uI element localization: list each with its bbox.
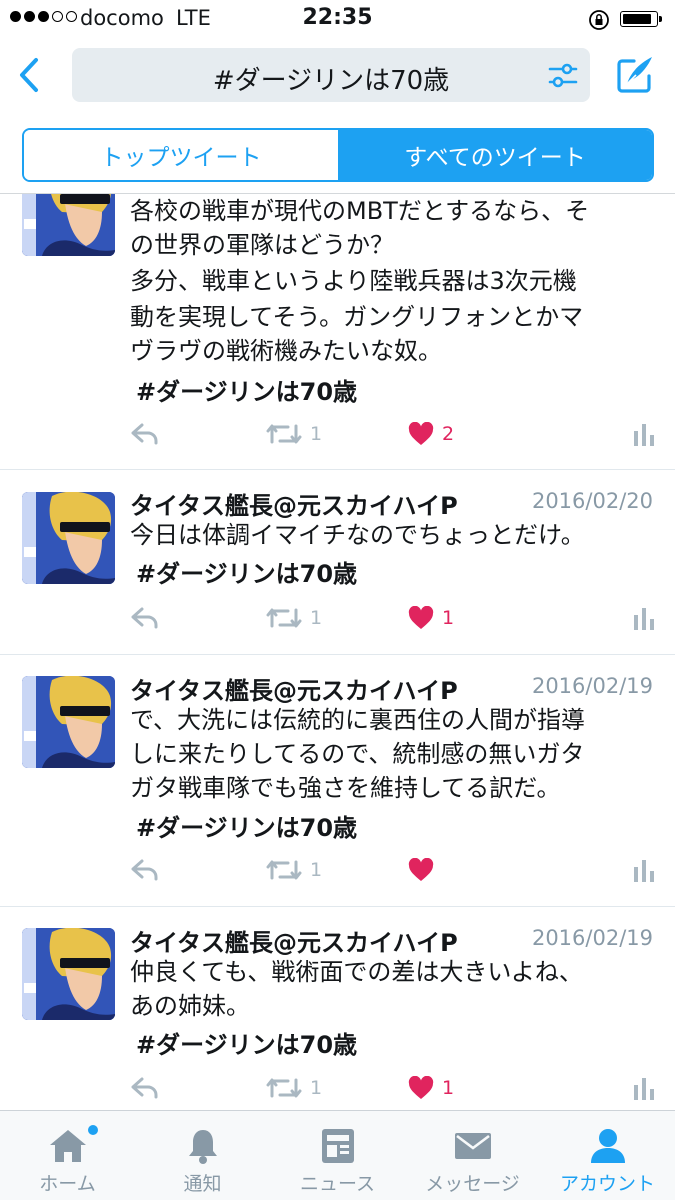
like-button[interactable]	[408, 858, 442, 882]
user-icon	[590, 1129, 625, 1163]
tab-account[interactable]: アカウント	[540, 1111, 675, 1201]
reply-icon	[131, 607, 158, 629]
reply-button[interactable]	[130, 1076, 160, 1100]
like-count: 2	[442, 423, 455, 445]
avatar[interactable]	[22, 492, 115, 584]
status-bar: docomo LTE 22:35	[0, 0, 675, 38]
retweet-count: 1	[310, 1077, 323, 1099]
like-count: 1	[442, 1077, 455, 1099]
reply-button[interactable]	[130, 422, 160, 446]
reply-button[interactable]	[130, 858, 160, 882]
news-icon	[321, 1129, 354, 1163]
tab-home[interactable]: ホーム	[0, 1111, 135, 1201]
compose-tweet-button[interactable]	[614, 54, 656, 100]
retweet-button[interactable]: 1	[266, 858, 322, 882]
tweet-date: 2016/02/19	[531, 926, 653, 950]
avatar[interactable]	[22, 194, 115, 256]
heart-icon	[408, 858, 434, 881]
chevron-left-icon	[20, 58, 38, 92]
tweet-author-name[interactable]: タイタス艦長@元スカイハイP	[130, 486, 458, 521]
analytics-button[interactable]	[632, 1076, 656, 1100]
tab-top-tweets[interactable]: トップツイート	[24, 130, 338, 180]
tweet-text: 仲良くても、戦術面での差は大きいよね、 あの姉妹。	[130, 958, 583, 1020]
tweet-text: 各校の戦車が現代のMBTだとするなら、そ の世界の軍隊はどうか？ 多分、戦車とい…	[130, 197, 590, 365]
tab-account-label: アカウント	[559, 1173, 655, 1195]
tweet-date: 2016/02/20	[531, 489, 653, 513]
tweet-hashtag[interactable]: #ダージリンは70歳	[136, 1025, 357, 1060]
tweet-item[interactable]: タイタス艦長@元スカイハイP 2016/02/20 今日は体調イマイチなのでちょ…	[0, 470, 675, 655]
analytics-icon	[634, 608, 654, 630]
tweet-actions: 1 1	[0, 606, 675, 636]
search-bar[interactable]: #ダージリンは70歳	[72, 48, 590, 102]
tab-notifications-label: 通知	[183, 1173, 222, 1195]
battery-icon	[620, 11, 662, 27]
retweet-button[interactable]: 1	[266, 606, 322, 630]
back-button[interactable]	[14, 55, 44, 99]
bell-icon	[188, 1130, 217, 1164]
avatar[interactable]	[22, 928, 115, 1020]
reply-button[interactable]	[130, 606, 160, 630]
tweet-item[interactable]: タイタス艦長@元スカイハイP 2016/02/19 仲良くても、戦術面での差は大…	[0, 907, 675, 1110]
tweet-hashtag[interactable]: #ダージリンは70歳	[136, 372, 357, 407]
tweet-hashtag[interactable]: #ダージリンは70歳	[136, 808, 357, 843]
home-icon	[49, 1130, 86, 1162]
tweet-text: で、大洗には伝統的に裏西住の人間が指導 しに来たりしてるので、統制感の無いガタ …	[130, 706, 586, 802]
tweet-actions: 1 1	[0, 1076, 675, 1106]
analytics-icon	[634, 1078, 654, 1100]
retweet-icon	[266, 1078, 302, 1098]
retweet-count: 1	[310, 607, 323, 629]
bottom-tab-bar: ホーム 通知 ニュース メッセージ アカウント	[0, 1110, 675, 1200]
reply-icon	[131, 859, 158, 881]
analytics-icon	[634, 424, 654, 446]
analytics-button[interactable]	[632, 606, 656, 630]
analytics-icon	[634, 860, 654, 882]
analytics-button[interactable]	[632, 422, 656, 446]
tweet-item[interactable]: 各校の戦車が現代のMBTだとするなら、そ の世界の軍隊はどうか？ 多分、戦車とい…	[0, 194, 675, 470]
retweet-icon	[266, 424, 302, 444]
rotation-lock-icon	[588, 9, 610, 36]
tab-messages[interactable]: メッセージ	[405, 1111, 540, 1201]
retweet-button[interactable]: 1	[266, 422, 322, 446]
search-filter-icon[interactable]	[548, 62, 578, 94]
tweet-actions: 1 2	[0, 422, 675, 452]
retweet-icon	[266, 860, 302, 880]
heart-icon	[408, 606, 434, 629]
compose-icon	[617, 57, 652, 93]
reply-icon	[131, 423, 158, 445]
status-time: 22:35	[302, 5, 373, 30]
reply-icon	[131, 1077, 158, 1099]
tweet-timeline[interactable]: 各校の戦車が現代のMBTだとするなら、そ の世界の軍隊はどうか？ 多分、戦車とい…	[0, 194, 675, 1110]
heart-icon	[408, 1076, 434, 1099]
tweet-actions: 1	[0, 858, 675, 888]
retweet-icon	[266, 608, 302, 628]
tweet-text: 今日は体調イマイチなのでちょっとだけ。	[130, 521, 585, 549]
like-count: 1	[442, 607, 455, 629]
tab-home-label: ホーム	[39, 1173, 96, 1195]
like-button[interactable]: 1	[408, 606, 454, 630]
like-button[interactable]: 1	[408, 1076, 454, 1100]
tweet-author-name[interactable]: タイタス艦長@元スカイハイP	[130, 671, 458, 706]
like-button[interactable]: 2	[408, 422, 454, 446]
search-query[interactable]: #ダージリンは70歳	[72, 60, 590, 97]
tweet-item[interactable]: タイタス艦長@元スカイハイP 2016/02/19 で、大洗には伝統的に裏西住の…	[0, 655, 675, 907]
tab-news-label: ニュース	[299, 1173, 376, 1195]
tweet-date: 2016/02/19	[531, 674, 653, 698]
tweet-filter-segmented-control: トップツイート すべてのツイート	[22, 128, 654, 182]
notification-dot	[88, 1125, 98, 1135]
retweet-button[interactable]: 1	[266, 1076, 322, 1100]
envelope-icon	[454, 1133, 491, 1159]
tab-messages-label: メッセージ	[425, 1173, 520, 1195]
analytics-button[interactable]	[632, 858, 656, 882]
tweet-author-name[interactable]: タイタス艦長@元スカイハイP	[130, 923, 458, 958]
retweet-count: 1	[310, 859, 323, 881]
tab-news[interactable]: ニュース	[270, 1111, 405, 1201]
tab-notifications[interactable]: 通知	[135, 1111, 270, 1201]
tab-all-tweets[interactable]: すべてのツイート	[338, 130, 652, 180]
tweet-hashtag[interactable]: #ダージリンは70歳	[136, 554, 357, 589]
avatar[interactable]	[22, 676, 115, 768]
retweet-count: 1	[310, 423, 323, 445]
heart-icon	[408, 422, 434, 445]
